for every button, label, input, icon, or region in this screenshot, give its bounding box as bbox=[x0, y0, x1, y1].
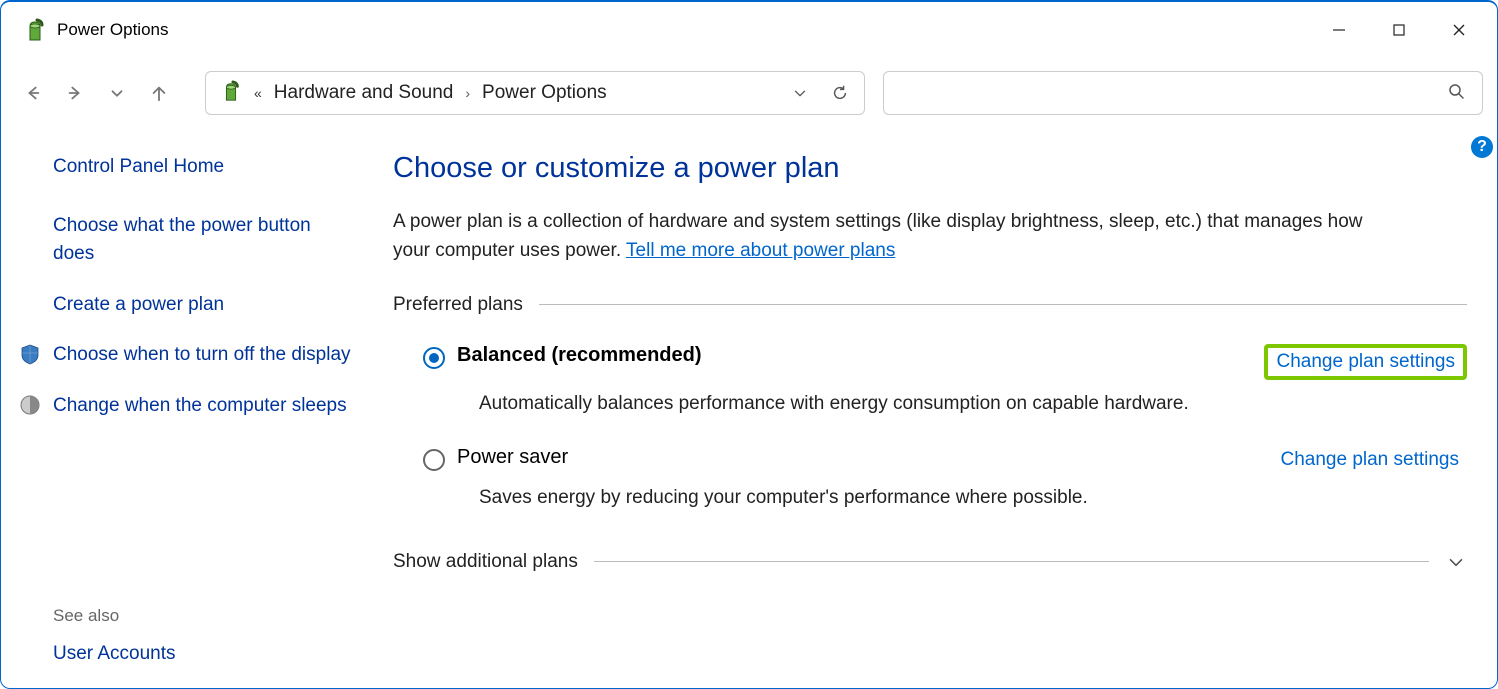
sidebar-link-computer-sleeps[interactable]: Change when the computer sleeps bbox=[53, 392, 351, 421]
content: Control Panel Home Choose what the power… bbox=[1, 128, 1497, 688]
plan-balanced: Balanced (recommended) Change plan setti… bbox=[393, 336, 1467, 439]
sidebar-task-create-plan: Create a power plan bbox=[53, 291, 351, 320]
radio-power-saver[interactable] bbox=[423, 449, 445, 471]
back-button[interactable] bbox=[15, 75, 51, 111]
help-button[interactable]: ? bbox=[1471, 136, 1493, 158]
breadcrumb-overflow[interactable]: « bbox=[254, 85, 262, 101]
additional-plans-label: Show additional plans bbox=[393, 551, 578, 573]
plan-power-saver: Power saver Change plan settings Saves e… bbox=[393, 438, 1467, 533]
minimize-button[interactable] bbox=[1309, 5, 1369, 55]
address-bar[interactable]: « Hardware and Sound › Power Options bbox=[205, 71, 865, 115]
plan-desc-power-saver: Saves energy by reducing your computer's… bbox=[479, 484, 1467, 513]
refresh-button[interactable] bbox=[826, 84, 854, 102]
change-plan-settings-power-saver[interactable]: Change plan settings bbox=[1272, 446, 1467, 474]
breadcrumb-hardware-and-sound[interactable]: Hardware and Sound bbox=[274, 82, 454, 104]
address-dropdown-button[interactable] bbox=[786, 84, 814, 102]
search-icon bbox=[1448, 83, 1464, 104]
plan-name-balanced[interactable]: Balanced (recommended) bbox=[457, 344, 702, 367]
power-options-icon-small bbox=[220, 80, 242, 107]
sidebar: Control Panel Home Choose what the power… bbox=[1, 128, 381, 688]
sidebar-task-computer-sleeps: Change when the computer sleeps bbox=[53, 392, 351, 421]
change-plan-settings-balanced[interactable]: Change plan settings bbox=[1264, 344, 1467, 380]
control-panel-home-link[interactable]: Control Panel Home bbox=[53, 153, 351, 182]
sidebar-task-display-off: Choose when to turn off the display bbox=[53, 341, 351, 370]
sidebar-link-user-accounts[interactable]: User Accounts bbox=[53, 640, 351, 669]
divider-line bbox=[539, 304, 1467, 305]
plan-name-power-saver[interactable]: Power saver bbox=[457, 446, 568, 469]
sidebar-link-power-button[interactable]: Choose what the power button does bbox=[53, 212, 351, 269]
preferred-plans-header: Preferred plans bbox=[393, 294, 1467, 316]
sidebar-link-create-plan[interactable]: Create a power plan bbox=[53, 291, 351, 320]
plan-desc-balanced: Automatically balances performance with … bbox=[479, 390, 1467, 419]
sidebar-link-display-off[interactable]: Choose when to turn off the display bbox=[53, 341, 351, 370]
chevron-down-icon[interactable] bbox=[1445, 551, 1467, 573]
see-also-label: See also bbox=[53, 606, 351, 626]
shield-icon bbox=[19, 394, 41, 416]
up-button[interactable] bbox=[141, 75, 177, 111]
shield-icon bbox=[19, 343, 41, 365]
additional-plans-header[interactable]: Show additional plans bbox=[393, 551, 1467, 573]
tell-me-more-link[interactable]: Tell me more about power plans bbox=[626, 240, 895, 261]
preferred-plans-label: Preferred plans bbox=[393, 294, 523, 316]
search-input[interactable] bbox=[883, 71, 1483, 115]
page-description: A power plan is a collection of hardware… bbox=[393, 207, 1393, 266]
sidebar-task-power-button: Choose what the power button does bbox=[53, 212, 351, 269]
breadcrumb-power-options[interactable]: Power Options bbox=[482, 82, 607, 104]
divider-line bbox=[594, 561, 1429, 562]
power-options-icon bbox=[23, 18, 47, 42]
recent-locations-button[interactable] bbox=[99, 75, 135, 111]
breadcrumb-separator[interactable]: › bbox=[465, 85, 470, 101]
radio-balanced[interactable] bbox=[423, 347, 445, 369]
window-title: Power Options bbox=[57, 20, 1309, 40]
titlebar: Power Options bbox=[1, 2, 1497, 58]
toolbar: « Hardware and Sound › Power Options bbox=[1, 58, 1497, 128]
window-controls bbox=[1309, 5, 1489, 55]
main-panel: ? Choose or customize a power plan A pow… bbox=[381, 128, 1497, 688]
forward-button[interactable] bbox=[57, 75, 93, 111]
close-button[interactable] bbox=[1429, 5, 1489, 55]
maximize-button[interactable] bbox=[1369, 5, 1429, 55]
page-heading: Choose or customize a power plan bbox=[393, 152, 1467, 185]
